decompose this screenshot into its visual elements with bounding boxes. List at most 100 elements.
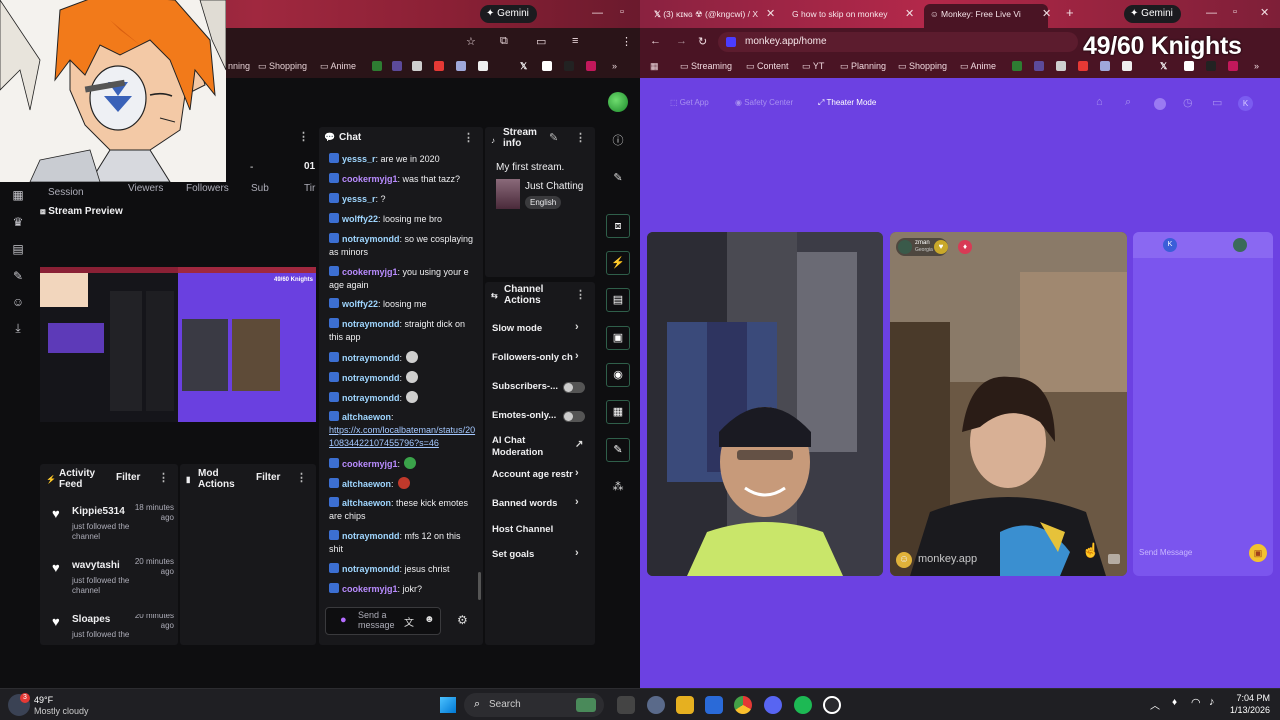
download-icon[interactable]: ⤓ [11, 321, 25, 335]
account-age-item[interactable]: Account age restr [492, 469, 574, 481]
chat-message[interactable]: cookermyjg1: jokr? [329, 583, 477, 596]
microphone-icon[interactable]: ♦ [1172, 697, 1177, 708]
restore-icon[interactable]: ▫ [620, 6, 624, 18]
back-icon[interactable]: ← [650, 35, 661, 47]
partner-mini-avatar[interactable] [1233, 238, 1247, 252]
bookmark-anime[interactable]: ▭ Anime [320, 61, 356, 72]
bookmark-favicon[interactable] [542, 61, 552, 71]
more-bookmarks-icon[interactable]: » [1254, 61, 1259, 71]
bookmark-yt[interactable]: ▭ YT [802, 61, 824, 72]
maximize-icon[interactable]: ▫ [1233, 6, 1237, 18]
bookmark-favicon[interactable] [372, 61, 382, 71]
shop-icon[interactable]: ⌂ [1096, 96, 1103, 108]
report-icon[interactable] [1108, 554, 1120, 564]
activity-filter-button[interactable]: Filter [116, 472, 140, 483]
clock-time[interactable]: 7:04 PM [1210, 693, 1270, 703]
bookmark-favicon[interactable] [392, 61, 402, 71]
bookmark-favicon[interactable] [1100, 61, 1110, 71]
close-tab-icon[interactable]: ✕ [1042, 7, 1051, 20]
info-icon[interactable]: ⓘ [606, 129, 630, 153]
chat-message[interactable]: notraymondd: mfs 12 on this shit [329, 530, 477, 556]
user-avatar[interactable] [608, 92, 628, 112]
bookmark-favicon[interactable] [1206, 61, 1216, 71]
taskbar-search[interactable]: ⌕ Search [464, 693, 604, 717]
translate-icon[interactable]: 文 [404, 614, 414, 629]
activity-item[interactable]: ♥ Kippie5314 18 minutes ago just followe… [40, 503, 178, 556]
partner-camera-feed[interactable]: zman Georgia ♥ ♦ ☺ monkey.app ☝ [890, 232, 1127, 576]
broadcast-icon[interactable]: ◉ [606, 363, 630, 387]
weather-temp[interactable]: 49°F [34, 695, 53, 705]
chat-username[interactable]: cookermyjg1 [342, 174, 398, 184]
chat-username[interactable]: wolffy22 [342, 299, 378, 309]
chat-username[interactable]: yesss_r [342, 194, 376, 204]
messages-icon[interactable]: ▭ [1212, 96, 1222, 109]
chat-username[interactable]: cookermyjg1 [342, 459, 398, 469]
chat-message[interactable]: notraymondd: so we cosplaying as minors [329, 233, 477, 259]
chat-message[interactable]: notraymondd: straight dick on this app [329, 318, 477, 344]
language-tag[interactable]: English [525, 196, 562, 209]
send-message-input[interactable]: Send Message [1139, 548, 1192, 557]
subscribers-only-item[interactable]: Subscribers-... [492, 381, 562, 393]
external-link-icon[interactable]: ↗ [575, 439, 583, 450]
get-app-link[interactable]: ⬚ Get App [670, 98, 709, 107]
star-icon[interactable]: ☆ [466, 35, 476, 48]
mod-menu-icon[interactable]: ⋮ [296, 471, 307, 484]
chat-username[interactable]: cookermyjg1 [342, 267, 398, 277]
minimize-icon[interactable]: — [1206, 7, 1217, 19]
wifi-icon[interactable]: ◠ [1191, 696, 1201, 709]
task-view-icon[interactable] [617, 696, 635, 714]
chat-username[interactable]: cookermyjg1 [342, 584, 398, 594]
new-tab-icon[interactable]: + [1066, 5, 1074, 20]
edit-icon[interactable]: ✎ [549, 131, 558, 144]
chat-input[interactable]: ● Send a message 文 ☻ [325, 607, 441, 635]
followers-only-item[interactable]: Followers-only ch [492, 352, 574, 364]
tools-icon[interactable]: ✎ [11, 269, 25, 283]
bookmark-anime[interactable]: ▭ Anime [960, 61, 996, 72]
bookmark-favicon[interactable] [1078, 61, 1088, 71]
chat-menu-icon[interactable]: ⋮ [463, 131, 474, 144]
chevron-right-icon[interactable]: › [575, 350, 579, 362]
search-icon[interactable]: ⌕ [1125, 96, 1131, 109]
cast-icon[interactable]: ▭ [536, 35, 546, 48]
more-bookmarks-icon[interactable]: » [612, 61, 617, 71]
lightning-icon[interactable]: ⚡ [606, 251, 630, 275]
safety-center-link[interactable]: ◉ Safety Center [735, 98, 793, 107]
chat-message[interactable]: cookermyjg1: [329, 457, 477, 471]
extensions-icon[interactable]: ⧉ [500, 35, 508, 48]
chat-username[interactable]: yesss_r [342, 154, 376, 164]
subscribers-only-toggle[interactable] [563, 382, 585, 393]
minimize-icon[interactable]: — [592, 7, 603, 19]
activity-item[interactable]: ♥ Sloapes 20 minutes ago just followed t… [40, 614, 178, 644]
bookmark-streaming[interactable]: ▭ Streaming [680, 61, 732, 72]
media-icon[interactable]: ▤ [11, 242, 25, 256]
file-explorer-icon[interactable] [676, 696, 694, 714]
forward-icon[interactable]: → [676, 35, 687, 47]
chat-message[interactable]: cookermyjg1: was that tazz? [329, 173, 477, 186]
close-tab-icon[interactable]: ✕ [766, 7, 775, 20]
bookmark-planning[interactable]: ▭ Planning [840, 61, 886, 72]
clip-icon[interactable]: ⧈ [606, 214, 630, 238]
bookmark-favicon[interactable] [478, 61, 488, 71]
message-icon[interactable]: ▣ [606, 326, 630, 350]
chat-username[interactable]: notraymondd [342, 393, 400, 403]
tab-monkey[interactable]: ☺ Monkey: Free Live Vi [924, 4, 1048, 28]
notes-icon[interactable]: ▤ [606, 288, 630, 312]
ai-chat-moderation-item[interactable]: AI Chat Moderation [492, 435, 562, 459]
chevron-up-icon[interactable]: ︿ [1150, 697, 1160, 712]
activity-item[interactable]: ♥ wavytashi 20 minutes ago just followed… [40, 557, 178, 610]
bookmark-favicon[interactable] [412, 61, 422, 71]
chat-username[interactable]: altchaewon [342, 498, 391, 508]
trophy-icon[interactable]: ♛ [11, 215, 25, 229]
bookmark-favicon[interactable] [456, 61, 466, 71]
bookmark-favicon[interactable] [586, 61, 596, 71]
bookmark-favicon[interactable] [1122, 61, 1132, 71]
chat-message[interactable]: cookermyjg1: you using your e age again [329, 266, 477, 292]
chat-username[interactable]: wolffy22 [342, 214, 378, 224]
x-icon[interactable]: 𝕏 [1160, 61, 1167, 72]
bookmark-shopping[interactable]: ▭ Shopping [258, 61, 307, 72]
category-name[interactable]: Just Chatting [525, 181, 583, 192]
chat-username[interactable]: notraymondd [342, 319, 400, 329]
chevron-right-icon[interactable]: › [575, 547, 579, 559]
chat-username[interactable]: notraymondd [342, 564, 400, 574]
tab-google-search[interactable]: G how to skip on monkey [792, 4, 896, 24]
